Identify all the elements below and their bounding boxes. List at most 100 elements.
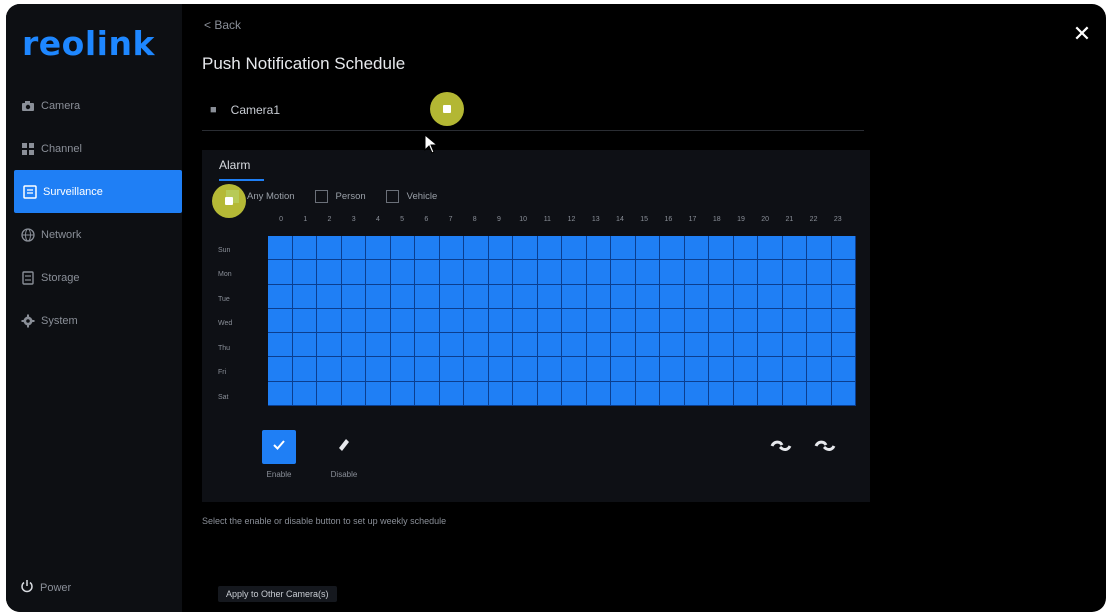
schedule-cell[interactable] bbox=[366, 333, 391, 358]
schedule-cell[interactable] bbox=[758, 333, 783, 358]
schedule-cell[interactable] bbox=[635, 260, 660, 285]
enable-tool[interactable]: Enable bbox=[262, 430, 296, 479]
schedule-cell[interactable] bbox=[733, 381, 758, 406]
schedule-cell[interactable] bbox=[537, 260, 562, 285]
schedule-cell[interactable] bbox=[439, 333, 464, 358]
schedule-cell[interactable] bbox=[709, 260, 734, 285]
schedule-cell[interactable] bbox=[513, 284, 538, 309]
schedule-cell[interactable] bbox=[586, 236, 611, 261]
schedule-cell[interactable] bbox=[635, 284, 660, 309]
schedule-cell[interactable] bbox=[366, 357, 391, 382]
schedule-cell[interactable] bbox=[758, 381, 783, 406]
schedule-cell[interactable] bbox=[684, 381, 709, 406]
redo-icon[interactable] bbox=[814, 438, 836, 459]
schedule-cell[interactable] bbox=[684, 357, 709, 382]
schedule-cell[interactable] bbox=[390, 357, 415, 382]
disable-tool[interactable]: Disable bbox=[327, 430, 361, 479]
schedule-cell[interactable] bbox=[317, 381, 342, 406]
schedule-cell[interactable] bbox=[390, 381, 415, 406]
sidebar-item-system[interactable]: System bbox=[6, 299, 182, 342]
schedule-cell[interactable] bbox=[635, 381, 660, 406]
schedule-cell[interactable] bbox=[831, 308, 856, 334]
schedule-cell[interactable] bbox=[390, 236, 415, 261]
schedule-cell[interactable] bbox=[366, 308, 391, 334]
apply-to-other-cameras-button[interactable]: Apply to Other Camera(s) bbox=[218, 586, 337, 602]
schedule-cell[interactable] bbox=[317, 333, 342, 358]
schedule-cell[interactable] bbox=[586, 333, 611, 358]
schedule-cell[interactable] bbox=[684, 236, 709, 261]
schedule-cell[interactable] bbox=[758, 284, 783, 309]
schedule-cell[interactable] bbox=[488, 357, 513, 382]
schedule-cell[interactable] bbox=[635, 333, 660, 358]
enable-button[interactable] bbox=[262, 430, 296, 464]
schedule-cell[interactable] bbox=[268, 357, 293, 382]
schedule-cell[interactable] bbox=[341, 260, 366, 285]
schedule-cell[interactable] bbox=[733, 333, 758, 358]
schedule-cell[interactable] bbox=[439, 381, 464, 406]
schedule-cell[interactable] bbox=[488, 236, 513, 261]
schedule-cell[interactable] bbox=[292, 333, 317, 358]
sidebar-item-storage[interactable]: Storage bbox=[6, 256, 182, 299]
schedule-cell[interactable] bbox=[562, 357, 587, 382]
schedule-cell[interactable] bbox=[513, 260, 538, 285]
schedule-cell[interactable] bbox=[660, 236, 685, 261]
schedule-cell[interactable] bbox=[807, 308, 832, 334]
checkbox-box[interactable] bbox=[314, 190, 328, 203]
schedule-cell[interactable] bbox=[341, 236, 366, 261]
schedule-cell[interactable] bbox=[464, 357, 489, 382]
schedule-cell[interactable] bbox=[831, 236, 856, 261]
schedule-cell[interactable] bbox=[488, 381, 513, 406]
schedule-cell[interactable] bbox=[807, 381, 832, 406]
schedule-cell[interactable] bbox=[317, 236, 342, 261]
schedule-cell[interactable] bbox=[807, 260, 832, 285]
schedule-cell[interactable] bbox=[366, 236, 391, 261]
undo-icon[interactable] bbox=[770, 438, 792, 459]
schedule-cell[interactable] bbox=[782, 284, 807, 309]
schedule-cell[interactable] bbox=[660, 357, 685, 382]
schedule-cell[interactable] bbox=[684, 260, 709, 285]
schedule-cell[interactable] bbox=[390, 260, 415, 285]
schedule-cell[interactable] bbox=[684, 333, 709, 358]
schedule-cell[interactable] bbox=[758, 357, 783, 382]
schedule-cell[interactable] bbox=[415, 284, 440, 309]
schedule-cell[interactable] bbox=[807, 284, 832, 309]
schedule-cell[interactable] bbox=[292, 308, 317, 334]
schedule-cell[interactable] bbox=[415, 308, 440, 334]
schedule-cell[interactable] bbox=[782, 357, 807, 382]
person-checkbox[interactable]: Person bbox=[314, 190, 366, 203]
schedule-cell[interactable] bbox=[366, 260, 391, 285]
schedule-cell[interactable] bbox=[390, 284, 415, 309]
schedule-grid[interactable] bbox=[268, 236, 856, 406]
schedule-cell[interactable] bbox=[562, 333, 587, 358]
schedule-cell[interactable] bbox=[586, 260, 611, 285]
schedule-cell[interactable] bbox=[562, 260, 587, 285]
schedule-cell[interactable] bbox=[366, 381, 391, 406]
schedule-cell[interactable] bbox=[268, 333, 293, 358]
schedule-cell[interactable] bbox=[390, 308, 415, 334]
schedule-cell[interactable] bbox=[268, 308, 293, 334]
schedule-cell[interactable] bbox=[831, 333, 856, 358]
schedule-cell[interactable] bbox=[439, 357, 464, 382]
schedule-cell[interactable] bbox=[684, 284, 709, 309]
schedule-cell[interactable] bbox=[464, 260, 489, 285]
schedule-cell[interactable] bbox=[782, 260, 807, 285]
schedule-cell[interactable] bbox=[317, 260, 342, 285]
schedule-cell[interactable] bbox=[660, 333, 685, 358]
schedule-cell[interactable] bbox=[488, 308, 513, 334]
schedule-cell[interactable] bbox=[831, 260, 856, 285]
tab-alarm[interactable]: Alarm bbox=[219, 158, 250, 172]
schedule-cell[interactable] bbox=[733, 284, 758, 309]
schedule-cell[interactable] bbox=[562, 284, 587, 309]
schedule-cell[interactable] bbox=[537, 357, 562, 382]
schedule-cell[interactable] bbox=[268, 236, 293, 261]
schedule-cell[interactable] bbox=[782, 308, 807, 334]
schedule-cell[interactable] bbox=[611, 236, 636, 261]
vehicle-checkbox[interactable]: Vehicle bbox=[385, 190, 437, 203]
schedule-cell[interactable] bbox=[611, 308, 636, 334]
schedule-cell[interactable] bbox=[709, 357, 734, 382]
schedule-cell[interactable] bbox=[537, 284, 562, 309]
schedule-cell[interactable] bbox=[831, 357, 856, 382]
camera-selector[interactable]: ■ Camera1 bbox=[202, 90, 864, 131]
schedule-cell[interactable] bbox=[537, 308, 562, 334]
schedule-cell[interactable] bbox=[415, 333, 440, 358]
